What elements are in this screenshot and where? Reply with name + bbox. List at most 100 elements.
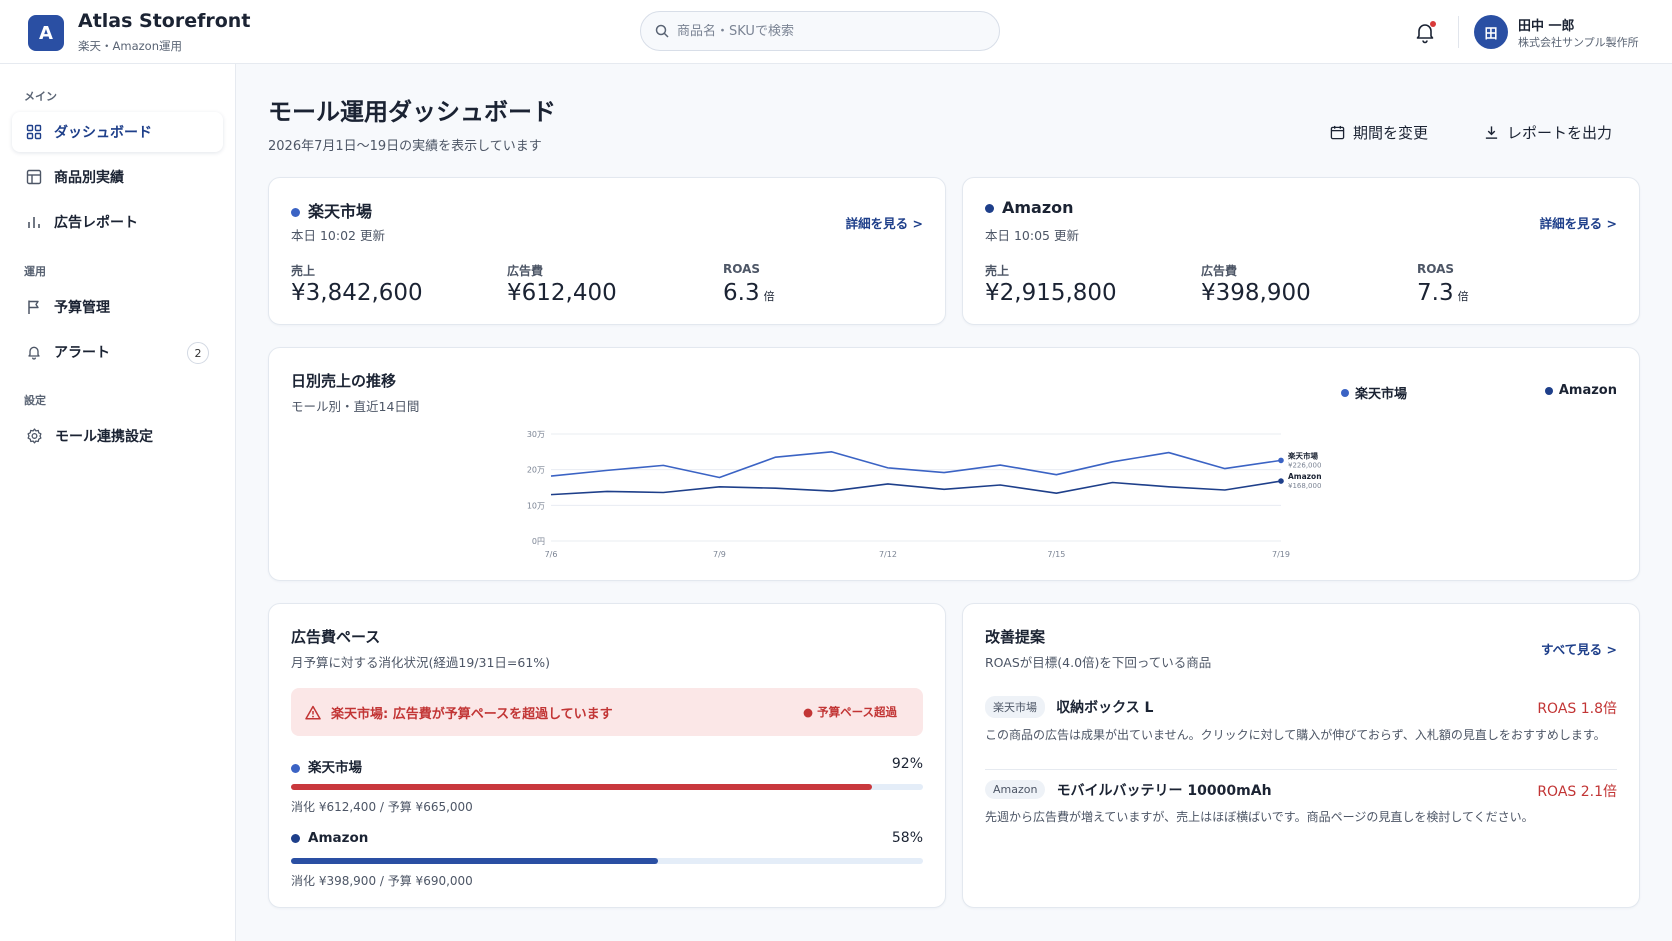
app-logo[interactable]: A xyxy=(28,15,64,51)
ad-pace-card: 広告費ペース 月予算に対する消化状況(経過19/31日=61%) 楽天市場: 広… xyxy=(268,603,946,908)
y-tick-label: 10万 xyxy=(527,501,545,510)
x-tick-label: 7/6 xyxy=(545,550,558,559)
header-divider xyxy=(1458,16,1459,48)
sales-value: ¥3,842,600 xyxy=(291,280,423,306)
notification-dot xyxy=(1430,21,1436,27)
grid-icon xyxy=(26,124,42,140)
sidebar-item-products[interactable]: 商品別実績 xyxy=(12,157,223,197)
suggestion-divider xyxy=(985,769,1617,770)
roas-value: ROAS 1.8倍 xyxy=(1537,701,1617,717)
ad-spend-label: 広告費 xyxy=(507,264,544,278)
suggestions-subtitle: ROASが目標(4.0倍)を下回っている商品 xyxy=(985,655,1212,670)
x-tick-label: 7/19 xyxy=(1272,550,1290,559)
pace-bar-fill xyxy=(291,858,658,864)
mall-title: Amazon xyxy=(985,198,1074,217)
sidebar: メイン ダッシュボード 商品別実績 広告レポート 運用 予算管理 アラート 2 … xyxy=(0,64,236,941)
series-line-rakuten xyxy=(550,451,1282,479)
roas-unit: 倍 xyxy=(763,290,775,303)
sales-chart-card: 日別売上の推移 モール別・直近14日間 楽天市場 Amazon 0円 10万 20万… xyxy=(268,347,1640,581)
sidebar-item-alerts[interactable]: アラート 2 xyxy=(12,332,223,372)
roas-number: 6.3 xyxy=(723,280,760,306)
pace-bar-track xyxy=(291,784,923,790)
x-tick-label: 7/12 xyxy=(879,550,897,559)
sidebar-section-ops: 運用 xyxy=(24,265,46,278)
sidebar-item-label: 予算管理 xyxy=(54,300,110,316)
notification-button[interactable] xyxy=(1413,20,1437,44)
pace-mall-label: Amazon xyxy=(308,830,369,846)
budget-alert: 楽天市場: 広告費が予算ペースを超過しています ● 予算ペース超過 xyxy=(291,688,923,736)
series-line-amazon xyxy=(550,480,1282,496)
app-name: Atlas Storefront xyxy=(78,10,251,32)
roas-value: ROAS 2.1倍 xyxy=(1537,784,1617,800)
sales-line-chart: 0円 10万 20万 30万 7/6 7/9 7/12 7/15 7/19 楽天市場¥226,00… xyxy=(527,430,1322,559)
alert-status-tag: ● 予算ペース超過 xyxy=(803,705,897,719)
top-bar: A Atlas Storefront 楽天・Amazon運用 田 田中 一郎 株… xyxy=(0,0,1672,64)
mall-tag: Amazon xyxy=(985,780,1046,799)
mall-name: Amazon xyxy=(1002,198,1074,217)
y-tick-label: 0円 xyxy=(532,537,545,546)
bell-icon xyxy=(28,346,40,360)
user-name: 田中 一郎 xyxy=(1518,19,1575,34)
suggestions-card: 改善提案 ROASが目標(4.0倍)を下回っている商品 すべて見る > 楽天市場… xyxy=(962,603,1640,908)
sidebar-item-dashboard[interactable]: ダッシュボード xyxy=(12,112,223,152)
search-input[interactable] xyxy=(677,23,977,39)
mall-color-dot xyxy=(291,208,300,217)
roas-unit: 倍 xyxy=(1457,290,1469,303)
series-end-value: ¥168,000 xyxy=(1288,482,1321,490)
pace-bar-track xyxy=(291,858,923,864)
mall-card-rakuten: 楽天市場 本日 10:02 更新 詳細を見る > 売上 ¥3,842,600 広… xyxy=(268,177,946,325)
app-subtitle: 楽天・Amazon運用 xyxy=(78,39,182,53)
pace-percent: 58% xyxy=(891,830,923,846)
roas-label: ROAS xyxy=(723,262,761,276)
suggestion-item[interactable]: Amazon モバイルバッテリー 10000mAh ROAS 2.1倍 先週から… xyxy=(985,779,1617,827)
product-name: 収納ボックス L xyxy=(1056,700,1154,716)
mall-name: 楽天市場 xyxy=(308,202,373,221)
bar-chart-icon xyxy=(28,217,40,228)
series-end-label: 楽天市場 xyxy=(1287,450,1318,460)
sidebar-item-ad-report[interactable]: 広告レポート xyxy=(12,202,223,242)
pace-mall-amazon: Amazon xyxy=(291,830,368,846)
mall-detail-link[interactable]: 詳細を見る > xyxy=(846,213,923,232)
sidebar-item-budget[interactable]: 予算管理 xyxy=(12,287,223,327)
page-subtitle: 2026年7月1日〜19日の実績を表示しています xyxy=(268,139,542,154)
ad-pace-subtitle: 月予算に対する消化状況(経過19/31日=61%) xyxy=(291,655,551,670)
mall-detail-link[interactable]: 詳細を見る > xyxy=(1540,213,1617,232)
page-title: モール運用ダッシュボード xyxy=(268,98,556,126)
export-report-button[interactable]: レポートを出力 xyxy=(1484,116,1612,148)
gear-icon xyxy=(27,427,42,444)
export-report-label: レポートを出力 xyxy=(1507,123,1613,142)
sidebar-item-label: ダッシュボード xyxy=(54,125,152,141)
sidebar-section-settings: 設定 xyxy=(24,394,46,407)
mall-color-dot xyxy=(291,833,300,843)
avatar[interactable]: 田 xyxy=(1474,15,1508,49)
series-end-value: ¥226,000 xyxy=(1288,461,1321,469)
sidebar-item-label: モール連携設定 xyxy=(55,429,153,445)
change-period-button[interactable]: 期間を変更 xyxy=(1330,116,1428,148)
sidebar-item-label: 広告レポート xyxy=(54,215,138,231)
roas-value: 6.3 倍 xyxy=(723,280,775,306)
series-end-point xyxy=(1278,457,1284,464)
see-all-link[interactable]: すべて見る > xyxy=(1541,639,1617,658)
y-tick-label: 30万 xyxy=(527,430,545,439)
pace-mall-rakuten: 楽天市場 xyxy=(291,756,362,776)
x-tick-label: 7/9 xyxy=(713,550,726,559)
ad-spend-value: ¥612,400 xyxy=(507,280,617,306)
alert-count-badge: 2 xyxy=(187,342,209,364)
suggestion-item[interactable]: 楽天市場 収納ボックス L ROAS 1.8倍 この商品の広告は成果が出ていませ… xyxy=(985,696,1617,745)
product-name: モバイルバッテリー 10000mAh xyxy=(1056,782,1272,799)
pace-bar-fill xyxy=(291,784,873,790)
pace-note: 消化 ¥612,400 / 予算 ¥665,000 xyxy=(291,800,473,814)
sales-label: 売上 xyxy=(985,264,1010,278)
ad-pace-title: 広告費ペース xyxy=(291,628,381,646)
mall-color-dot xyxy=(985,204,994,213)
y-tick-label: 20万 xyxy=(527,466,545,475)
search-icon xyxy=(655,24,669,38)
search-box[interactable] xyxy=(640,11,1000,51)
mall-card-amazon: Amazon 本日 10:05 更新 詳細を見る > 売上 ¥2,915,800… xyxy=(962,177,1640,325)
pace-note: 消化 ¥398,900 / 予算 ¥690,000 xyxy=(291,874,473,888)
sales-value: ¥2,915,800 xyxy=(985,280,1117,306)
sidebar-item-mall-settings[interactable]: モール連携設定 xyxy=(12,416,223,456)
x-tick-label: 7/15 xyxy=(1047,550,1065,559)
sidebar-item-label: アラート xyxy=(54,345,110,361)
change-period-label: 期間を変更 xyxy=(1353,123,1429,142)
